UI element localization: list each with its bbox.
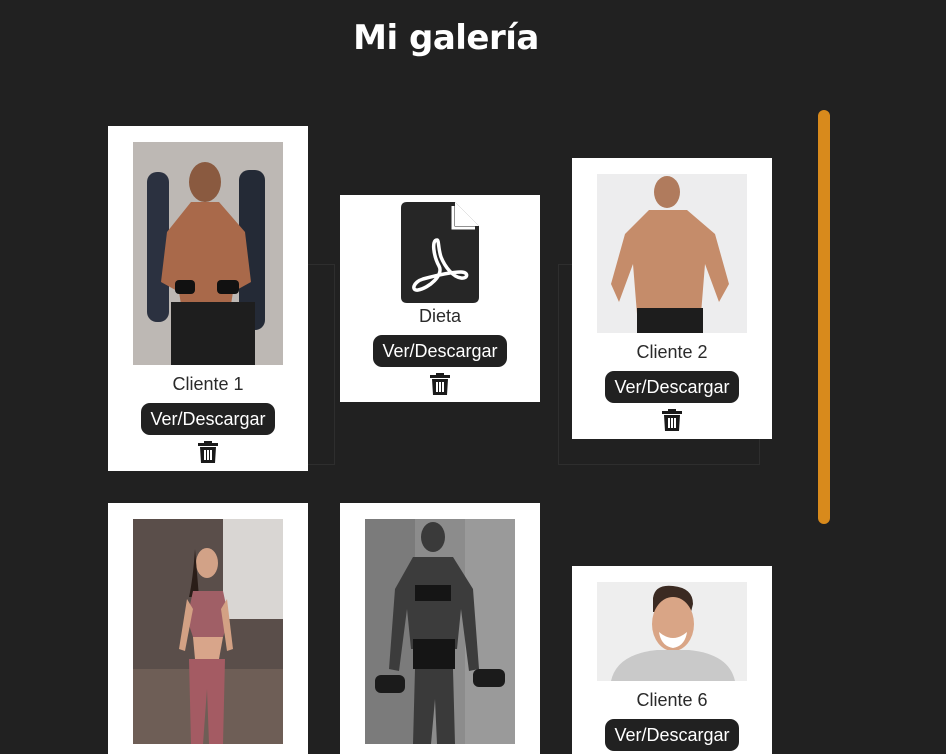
trash-icon[interactable] [662, 409, 682, 431]
view-download-button[interactable]: Ver/Descargar [605, 719, 739, 751]
view-download-button[interactable]: Ver/Descargar [141, 403, 275, 435]
gallery-page: Mi galería Cliente 1 Ver/Descargar Dieta… [0, 0, 946, 754]
page-title: Mi galería [353, 18, 539, 58]
item-label: Cliente 6 [636, 690, 708, 710]
client-photo[interactable] [597, 582, 747, 681]
pdf-file-icon[interactable] [401, 202, 479, 303]
gallery-card-dieta: Dieta Ver/Descargar [340, 195, 540, 402]
scrollbar[interactable] [818, 110, 830, 524]
gallery-card-cliente-1: Cliente 1 Ver/Descargar [108, 126, 308, 471]
gallery-card-cliente-6: Cliente 6 Ver/Descargar [572, 566, 772, 754]
gallery-card-client-photo [340, 503, 540, 754]
view-download-button[interactable]: Ver/Descargar [373, 335, 507, 367]
client-photo[interactable] [365, 519, 515, 744]
item-label: Dieta [418, 306, 462, 326]
view-download-button[interactable]: Ver/Descargar [605, 371, 739, 403]
client-photo[interactable] [133, 519, 283, 744]
item-label: Cliente 1 [172, 374, 244, 394]
trash-icon[interactable] [430, 373, 450, 395]
client-photo[interactable] [133, 142, 283, 365]
gallery-card-cliente-2: Cliente 2 Ver/Descargar [572, 158, 772, 439]
gallery-card-client-photo [108, 503, 308, 754]
trash-icon[interactable] [198, 441, 218, 463]
item-label: Cliente 2 [636, 342, 708, 362]
client-photo[interactable] [597, 174, 747, 333]
